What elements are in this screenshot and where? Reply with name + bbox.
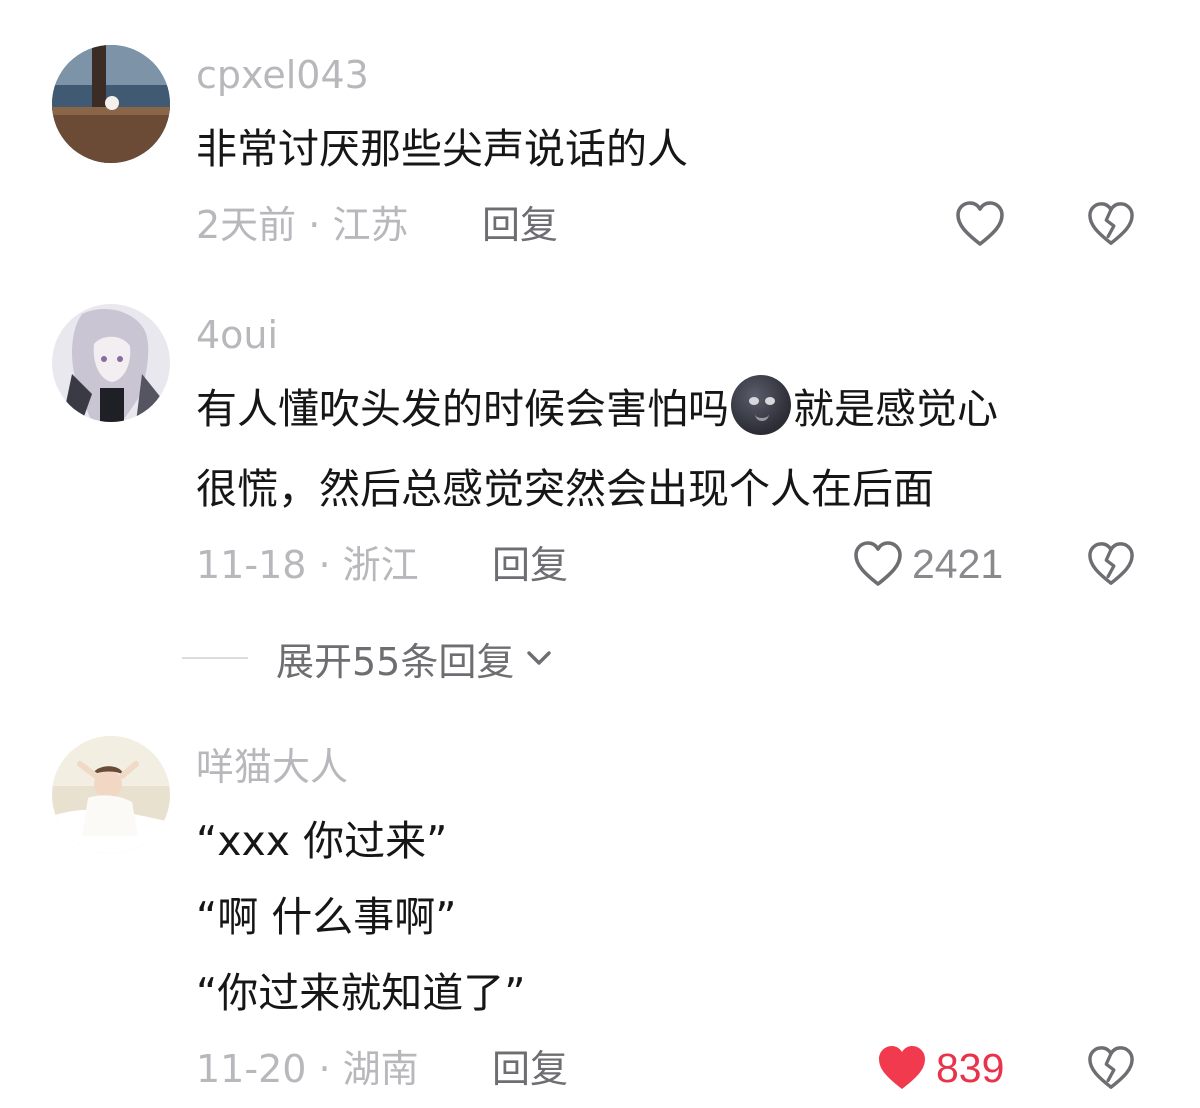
like-button[interactable]: 2421	[852, 536, 1003, 592]
like-count: 839	[936, 1045, 1005, 1091]
meta-separator: ·	[306, 543, 343, 587]
reply-button[interactable]: 回复	[492, 1046, 568, 1092]
avatar-image	[52, 45, 170, 163]
comment-date: 2天前	[196, 203, 297, 247]
broken-heart-icon	[1088, 542, 1134, 585]
comment-meta: 11-18 · 浙江	[196, 542, 419, 588]
comment-text-part: 有人懂吹头发的时候会害怕吗	[196, 385, 729, 433]
comment-date: 11-20	[196, 1047, 307, 1091]
dislike-button[interactable]	[1084, 1040, 1138, 1096]
comment-text-line: 有人懂吹头发的时候会害怕吗 就是感觉心	[196, 368, 998, 450]
reply-button[interactable]: 回复	[482, 202, 558, 248]
heart-filled-icon	[879, 1046, 925, 1089]
broken-heart-icon	[1088, 202, 1134, 245]
new-moon-face-icon	[731, 375, 791, 435]
like-button[interactable]	[954, 196, 1006, 252]
divider-line	[182, 657, 248, 659]
expand-replies-label: 展开55条回复	[276, 639, 515, 684]
avatar[interactable]	[52, 304, 170, 422]
like-button[interactable]: 839	[876, 1040, 1004, 1096]
dislike-button[interactable]	[1084, 196, 1138, 252]
meta-separator: ·	[306, 1047, 343, 1091]
comment-meta: 11-20 · 湖南	[196, 1046, 419, 1092]
comment-text: 非常讨厌那些尖声说话的人	[196, 125, 688, 173]
username[interactable]: cpxel043	[196, 52, 369, 98]
comment-text-line: “你过来就知道了”	[196, 969, 526, 1017]
comment-location: 江苏	[332, 203, 409, 247]
avatar[interactable]	[52, 45, 170, 163]
heart-outline-icon	[854, 541, 902, 586]
avatar-image	[52, 304, 170, 422]
comment-meta: 2天前 · 江苏	[196, 202, 408, 248]
expand-replies-button[interactable]: 展开55条回复	[182, 630, 556, 686]
reply-button[interactable]: 回复	[492, 542, 568, 588]
dislike-button[interactable]	[1084, 536, 1138, 592]
comment-date: 11-18	[196, 543, 307, 587]
avatar[interactable]	[52, 736, 170, 854]
comment-text-part: 就是感觉心	[793, 385, 998, 433]
comment-location: 湖南	[342, 1047, 419, 1091]
comment-text-line: “xxx 你过来”	[196, 817, 448, 865]
comment-text-line: “啊 什么事啊”	[196, 893, 457, 941]
avatar-image	[52, 736, 170, 854]
broken-heart-icon	[1088, 1046, 1134, 1089]
comment-text-line: 很慌，然后总感觉突然会出现个人在后面	[196, 465, 934, 513]
comment-location: 浙江	[342, 543, 419, 587]
username[interactable]: 4oui	[196, 312, 278, 358]
chevron-down-icon	[527, 651, 552, 665]
like-count: 2421	[912, 541, 1004, 587]
username[interactable]: 咩猫大人	[196, 744, 348, 790]
meta-separator: ·	[296, 203, 333, 247]
heart-outline-icon	[956, 201, 1004, 246]
